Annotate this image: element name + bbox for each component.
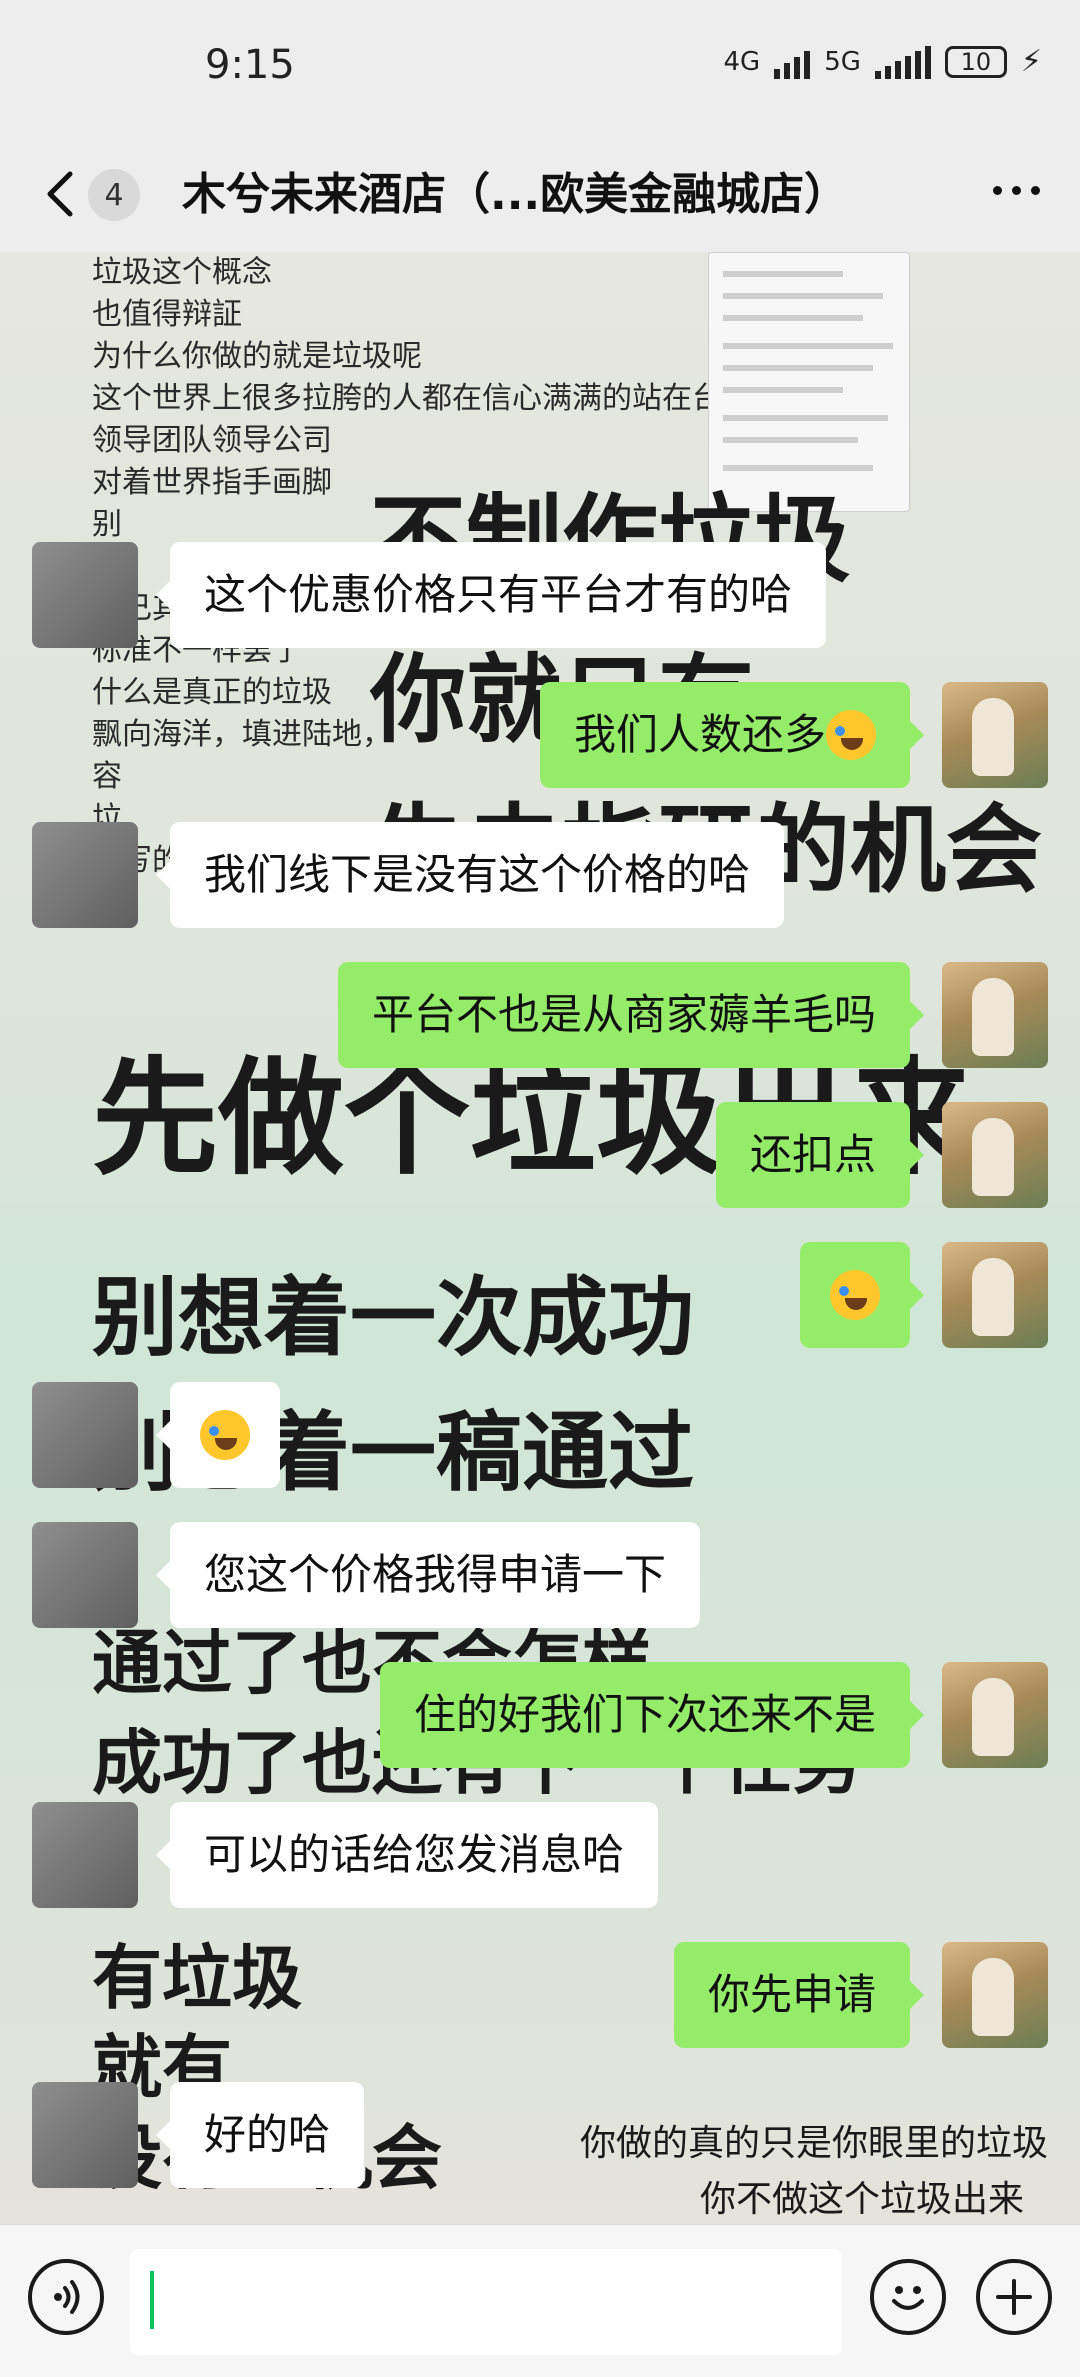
more-functions-button[interactable] (976, 2259, 1052, 2335)
more-dot-icon (1012, 186, 1021, 195)
wallpaper-text: 也值得辩証 (92, 297, 242, 332)
more-dot-icon (993, 186, 1002, 195)
message-bubble[interactable]: 好的哈 (155, 2082, 365, 2188)
emoji-button[interactable] (870, 2259, 946, 2335)
message-bubble[interactable]: 还扣点 (715, 1102, 925, 1208)
status-bar: 9:15 4G 5G 10 ⚡ (0, 0, 1080, 140)
contact-avatar[interactable] (32, 822, 138, 928)
message-bubble[interactable]: 可以的话给您发消息哈 (155, 1802, 659, 1908)
wallpaper-text: 有垃圾 (92, 1936, 302, 2019)
tears-of-joy-emoji-icon (200, 1409, 250, 1460)
wallpaper-text: 你不做这个垃圾出来 (700, 2179, 1025, 2220)
status-indicators: 4G 5G 10 ⚡ (724, 44, 1042, 79)
my-avatar[interactable] (942, 962, 1048, 1068)
smiley-icon (892, 2286, 924, 2310)
chat-title: 木兮未来酒店（...欧美金融城店） (182, 169, 849, 220)
wallpaper-text: 垃圾这个概念 (92, 255, 272, 290)
tears-of-joy-emoji-icon (830, 1269, 880, 1320)
wallpaper-text: 领导团队领导公司 (92, 423, 332, 458)
contact-avatar[interactable] (32, 542, 138, 648)
message-bubble[interactable] (156, 1382, 280, 1488)
my-avatar[interactable] (942, 1942, 1048, 2048)
battery-level: 10 (960, 47, 992, 76)
wallpaper-text: 别 (92, 507, 122, 542)
plus-icon (996, 2279, 1032, 2315)
message-bubble[interactable]: 您这个价格我得申请一下 (155, 1522, 701, 1628)
charging-icon: ⚡ (1020, 44, 1042, 79)
text-cursor (150, 2271, 154, 2329)
chat-header: 4 木兮未来酒店（...欧美金融城店） (0, 140, 1080, 252)
message-bubble[interactable]: 这个优惠价格只有平台才有的哈 (155, 542, 827, 648)
voice-icon (54, 2280, 80, 2314)
contact-avatar[interactable] (32, 1802, 138, 1908)
wallpaper-screenshot-image (708, 252, 910, 512)
more-options-button[interactable] (993, 186, 1040, 195)
chevron-left-icon (47, 171, 73, 217)
wallpaper-text: 你做的真的只是你眼里的垃圾 (580, 2123, 1049, 2164)
signal-icon (874, 45, 931, 79)
wallpaper-text: 别想着一次成功 (92, 1267, 694, 1368)
message-input-bar (0, 2224, 1080, 2377)
contact-avatar[interactable] (32, 1382, 138, 1488)
my-avatar[interactable] (942, 682, 1048, 788)
network-4g-label: 4G (723, 46, 761, 77)
my-avatar[interactable] (942, 1102, 1048, 1208)
contact-avatar[interactable] (32, 2082, 138, 2188)
battery-icon: 10 (944, 45, 1007, 78)
message-bubble[interactable]: 我们人数还多 (539, 682, 925, 788)
message-bubble[interactable]: 你先申请 (673, 1942, 925, 2048)
chat-messages-area[interactable]: 垃圾这个概念 也值得辩証 为什么你做的就是垃圾呢 这个世界上很多拉胯的人都在信心… (0, 252, 1080, 2224)
wallpaper-text: 对着世界指手画脚 (92, 465, 332, 500)
my-avatar[interactable] (942, 1242, 1048, 1348)
unread-count-badge[interactable]: 4 (88, 169, 140, 221)
message-text-input[interactable] (130, 2249, 842, 2355)
message-text: 我们人数还多 (573, 710, 826, 759)
message-bubble[interactable] (800, 1242, 924, 1348)
message-bubble[interactable]: 平台不也是从商家薅羊毛吗 (337, 962, 925, 1068)
my-avatar[interactable] (942, 1662, 1048, 1768)
back-button[interactable] (38, 164, 88, 224)
contact-avatar[interactable] (32, 1522, 138, 1628)
message-bubble[interactable]: 住的好我们下次还来不是 (379, 1662, 925, 1768)
more-dot-icon (1031, 186, 1040, 195)
tears-of-joy-emoji-icon (826, 709, 876, 760)
network-5g-label: 5G (824, 46, 861, 77)
wallpaper-text: 这个世界上很多拉胯的人都在信心满满的站在台上 (92, 381, 752, 416)
message-bubble[interactable]: 我们线下是没有这个价格的哈 (155, 822, 785, 928)
status-time: 9:15 (205, 42, 295, 88)
wallpaper-text: 为什么你做的就是垃圾呢 (92, 339, 422, 374)
signal-icon (774, 45, 811, 79)
voice-input-button[interactable] (28, 2259, 104, 2335)
